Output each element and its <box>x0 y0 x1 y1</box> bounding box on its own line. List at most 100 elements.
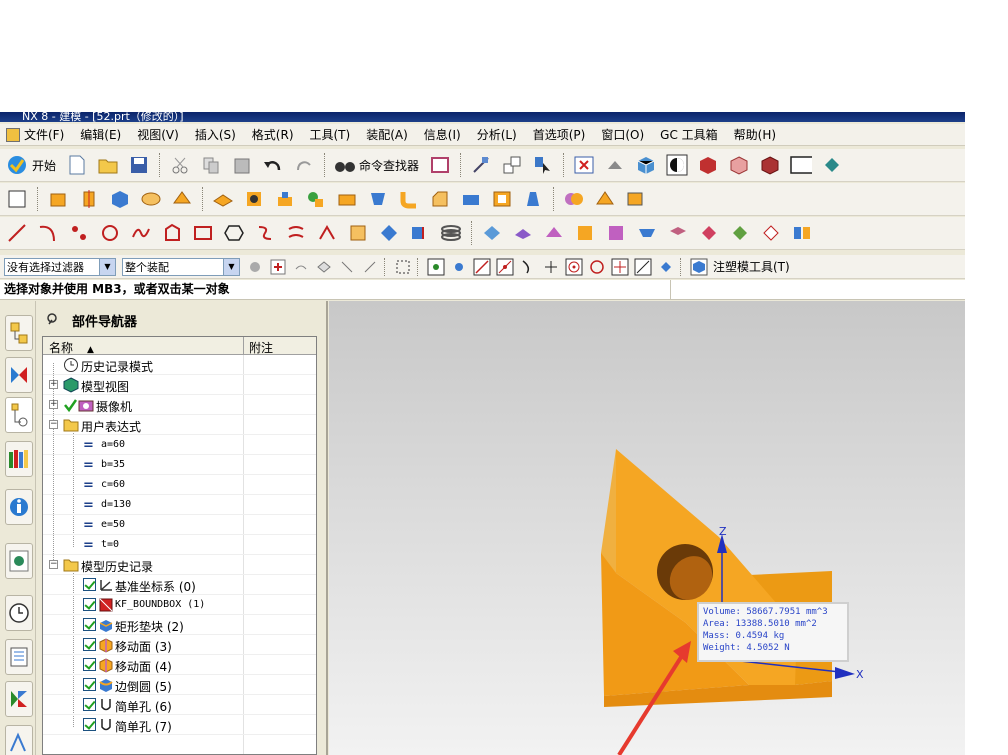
part-navigator-tab[interactable] <box>5 397 33 433</box>
web-browser-tab[interactable] <box>5 543 33 579</box>
trim-body-icon[interactable] <box>460 188 482 210</box>
trim-sheet-icon[interactable] <box>667 222 689 244</box>
tree-row-model-views[interactable]: + 模型视图 <box>43 375 316 395</box>
collapse-icon[interactable]: − <box>49 560 58 569</box>
save-icon[interactable] <box>128 154 150 176</box>
snap-line-icon[interactable] <box>473 258 491 276</box>
assembly-navigator-tab[interactable] <box>5 315 33 351</box>
tree-row-feature[interactable]: KF_BOUNDBOX (1) <box>43 595 316 615</box>
menu-assemblies[interactable]: 装配(A) <box>366 126 408 143</box>
expand-icon[interactable]: + <box>49 380 58 389</box>
menu-tools[interactable]: 工具(T) <box>310 126 351 143</box>
tree-row-feature[interactable]: 移动面 (4) <box>43 655 316 675</box>
sew-icon[interactable] <box>698 222 720 244</box>
polygon-icon[interactable] <box>161 222 183 244</box>
cut-icon[interactable] <box>169 154 191 176</box>
snap-existing-icon[interactable] <box>611 258 629 276</box>
surface-icon[interactable] <box>481 222 503 244</box>
link-icon[interactable] <box>292 258 310 276</box>
mesh-surface-icon[interactable] <box>574 222 596 244</box>
menu-edit[interactable]: 编辑(E) <box>80 126 121 143</box>
fill-surface-icon[interactable] <box>760 222 782 244</box>
helix-icon[interactable] <box>440 222 462 244</box>
spline-icon[interactable] <box>130 222 152 244</box>
menu-preferences[interactable]: 首选项(P) <box>533 126 586 143</box>
snap-point-icon[interactable] <box>450 258 468 276</box>
menu-view[interactable]: 视图(V) <box>137 126 179 143</box>
model-canvas[interactable]: Z X <box>329 301 965 755</box>
constraint-navigator-tab[interactable] <box>5 357 33 393</box>
tree-row-feature[interactable]: 简单孔 (7) <box>43 715 316 735</box>
ruled-icon[interactable] <box>605 222 627 244</box>
menu-gc-toolkit[interactable]: GC 工具箱 <box>660 126 718 143</box>
tree-row-feature[interactable]: 矩形垫块 (2) <box>43 615 316 635</box>
tree-row-history-mode[interactable]: 历史记录模式 <box>43 355 316 375</box>
draft-icon[interactable] <box>522 188 544 210</box>
through-curves-icon[interactable] <box>543 222 565 244</box>
project-curve-icon[interactable] <box>316 222 338 244</box>
tree-row-expression[interactable]: = b=35 <box>43 455 316 475</box>
visibility-checkbox[interactable] <box>83 618 96 631</box>
shell-icon[interactable] <box>491 188 513 210</box>
visibility-checkbox[interactable] <box>83 658 96 671</box>
section-view-icon[interactable] <box>697 154 719 176</box>
design-tool-icon[interactable] <box>470 154 492 176</box>
clip-section-icon[interactable] <box>759 154 781 176</box>
binoculars-icon[interactable] <box>334 154 356 176</box>
menu-format[interactable]: 格式(R) <box>252 126 294 143</box>
circle-icon[interactable] <box>99 222 121 244</box>
command-finder-button[interactable]: 命令查找器 <box>359 157 419 174</box>
reuse-library-tab[interactable] <box>5 441 33 477</box>
type-filter-select[interactable]: 没有选择过滤器 ▼ <box>4 257 116 276</box>
block-icon[interactable] <box>109 188 131 210</box>
history-tab[interactable] <box>5 595 33 631</box>
menu-insert[interactable]: 插入(S) <box>195 126 236 143</box>
boss-icon[interactable] <box>274 188 296 210</box>
menu-analysis[interactable]: 分析(L) <box>477 126 517 143</box>
sweep-icon[interactable] <box>512 222 534 244</box>
hexagon-icon[interactable] <box>223 222 245 244</box>
redo-icon[interactable] <box>293 154 315 176</box>
paste-icon[interactable] <box>231 154 253 176</box>
fit-view-icon[interactable] <box>573 154 595 176</box>
tree-row-user-expressions[interactable]: − 用户表达式 <box>43 415 316 435</box>
pad-icon[interactable] <box>212 188 234 210</box>
line-icon[interactable] <box>6 222 28 244</box>
hole-icon[interactable] <box>243 188 265 210</box>
groove-icon[interactable] <box>367 188 389 210</box>
point-icon[interactable] <box>68 222 90 244</box>
menu-window[interactable]: 窗口(O) <box>601 126 644 143</box>
expand-icon[interactable]: + <box>49 400 58 409</box>
filter-menu-icon[interactable] <box>269 258 287 276</box>
bridge-curve-icon[interactable] <box>347 222 369 244</box>
select-feature-icon[interactable] <box>315 258 333 276</box>
layout-icon[interactable] <box>429 154 451 176</box>
visibility-checkbox[interactable] <box>83 698 96 711</box>
render-style-icon[interactable] <box>666 154 688 176</box>
start-button[interactable]: 开始 <box>32 157 56 174</box>
arc-icon[interactable] <box>37 222 59 244</box>
orient-view-icon[interactable] <box>604 154 626 176</box>
snap-on-curve-icon[interactable] <box>634 258 652 276</box>
tree-row-model-history[interactable]: − 模型历史记录 <box>43 555 316 575</box>
slot-icon[interactable] <box>336 188 358 210</box>
blend-icon[interactable] <box>398 188 420 210</box>
hd3d-tools-tab[interactable] <box>5 489 33 525</box>
visibility-checkbox[interactable] <box>83 718 96 731</box>
text-curve-icon[interactable] <box>254 222 276 244</box>
visibility-checkbox[interactable] <box>83 638 96 651</box>
snap-on-face-icon[interactable] <box>657 258 675 276</box>
snap-quadrant-icon[interactable] <box>588 258 606 276</box>
copy-icon[interactable] <box>200 154 222 176</box>
mold-tools-icon[interactable] <box>690 258 708 276</box>
wireframe-cube-icon[interactable] <box>728 154 750 176</box>
new-file-icon[interactable] <box>66 154 88 176</box>
tree-row-expression[interactable]: = c=60 <box>43 475 316 495</box>
menu-file[interactable]: 文件(F) <box>6 126 64 143</box>
unite-icon[interactable] <box>563 188 585 210</box>
select-face-icon[interactable] <box>361 258 379 276</box>
rectangle-icon[interactable] <box>192 222 214 244</box>
cylinder-icon[interactable] <box>140 188 162 210</box>
offset-surface-icon[interactable] <box>636 222 658 244</box>
scope-select[interactable]: 整个装配 ▼ <box>122 257 240 276</box>
